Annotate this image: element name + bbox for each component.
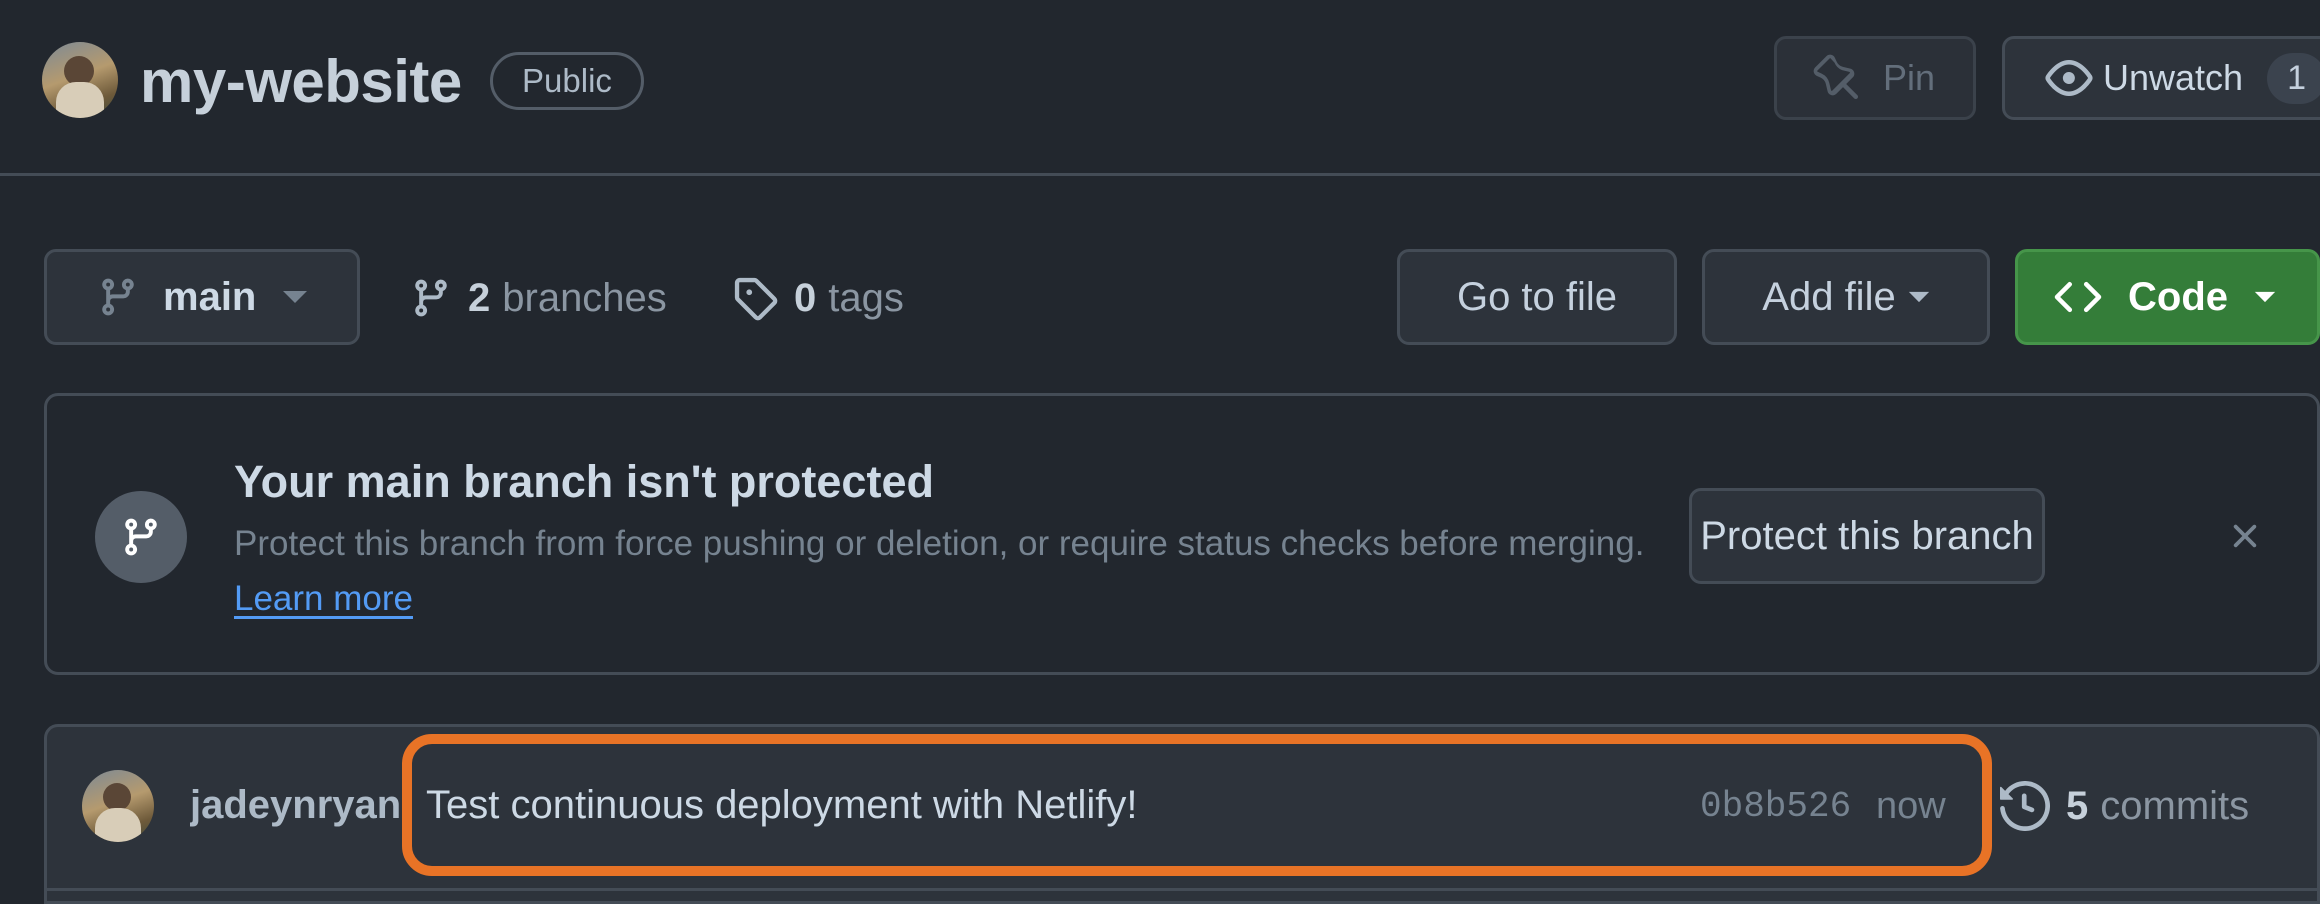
banner-title: Your main branch isn't protected <box>234 456 934 507</box>
watch-count: 1 <box>2267 52 2320 104</box>
commits-label: commits <box>2100 783 2250 828</box>
pin-icon <box>1813 54 1861 102</box>
go-to-file-label: Go to file <box>1456 274 1618 319</box>
visibility-badge: Public <box>490 52 644 110</box>
tags-label: tags <box>828 275 904 320</box>
close-icon[interactable] <box>2225 516 2265 556</box>
caret-down-icon <box>1908 290 1930 304</box>
branch-select-button[interactable]: main <box>44 249 360 345</box>
git-branch-icon <box>410 277 452 319</box>
branch-protection-banner: Your main branch isn't protected Protect… <box>44 393 2320 675</box>
commit-time: now <box>1876 785 1946 827</box>
branches-link[interactable]: 2 branches <box>410 270 667 326</box>
git-branch-icon <box>97 276 139 318</box>
eye-icon <box>2045 54 2093 102</box>
pin-label: Pin <box>1883 57 1936 98</box>
protect-branch-button[interactable]: Protect this branch <box>1689 488 2045 584</box>
protect-branch-label: Protect this branch <box>1700 513 2034 558</box>
unwatch-label: Unwatch <box>2103 57 2244 98</box>
commit-message[interactable]: Test continuous deployment with Netlify! <box>426 780 1137 830</box>
branches-count: 2 <box>468 275 491 320</box>
pin-button[interactable]: Pin <box>1774 36 1976 120</box>
banner-description-text: Protect this branch from force pushing o… <box>234 524 1645 563</box>
add-file-button[interactable]: Add file <box>1702 249 1990 345</box>
code-button[interactable]: Code <box>2015 249 2320 345</box>
caret-down-icon <box>282 289 308 305</box>
go-to-file-button[interactable]: Go to file <box>1397 249 1677 345</box>
owner-avatar[interactable] <box>42 42 118 118</box>
add-file-label: Add file <box>1762 274 1896 319</box>
branches-label: branches <box>502 275 667 320</box>
banner-description: Protect this branch from force pushing o… <box>234 516 1704 626</box>
code-icon <box>2054 273 2102 321</box>
code-label: Code <box>2128 274 2228 319</box>
header-divider <box>0 173 2320 176</box>
commits-link[interactable]: 5 commits <box>2000 778 2249 834</box>
caret-down-icon <box>2254 290 2276 304</box>
tag-icon <box>732 275 778 321</box>
learn-more-link[interactable]: Learn more <box>234 579 413 618</box>
commits-count: 5 <box>2066 783 2089 828</box>
unwatch-button[interactable]: Unwatch 1 <box>2002 36 2320 120</box>
commit-author[interactable]: jadeynryan <box>190 780 410 830</box>
commit-sha[interactable]: 0b8b526 <box>1700 784 1851 830</box>
tags-count: 0 <box>794 275 817 320</box>
git-branch-icon <box>95 491 187 583</box>
commit-author-avatar[interactable] <box>82 770 154 842</box>
history-icon <box>2000 781 2050 831</box>
tags-link[interactable]: 0 tags <box>732 270 904 326</box>
branch-name: main <box>163 274 257 319</box>
repo-name[interactable]: my-website <box>140 44 462 120</box>
commit-bar-divider <box>47 888 2320 891</box>
